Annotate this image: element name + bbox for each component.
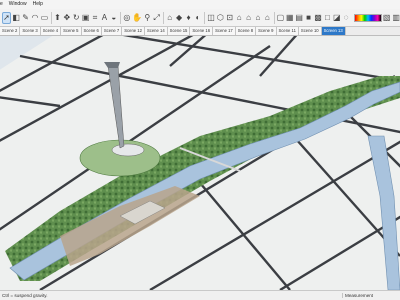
ruby-gem-icon[interactable]: ♦ [184,12,192,24]
rectangle-icon[interactable]: ▭ [40,12,49,24]
warehouse-icon[interactable]: ⌂ [166,12,174,24]
section-plane-icon[interactable]: ◫ [207,12,215,24]
toolbar-separator [204,11,205,24]
rotate-icon[interactable]: ↻ [72,12,80,24]
toolbar-separator [50,11,52,24]
model-viewport[interactable] [0,36,400,290]
right-view-icon[interactable]: ⌂ [244,12,252,24]
extension-icon[interactable]: ◆ [175,12,183,24]
toolbar-separator [162,11,164,24]
move-icon[interactable]: ✥ [63,12,71,24]
pan-icon[interactable]: ✋ [132,12,142,24]
eraser-icon[interactable]: ◧ [12,12,20,24]
edge-style-icon[interactable]: ▧ [383,12,391,24]
style-icon[interactable]: ◐ [194,12,202,24]
line-pencil-icon[interactable]: ✎ [21,12,29,24]
offset-icon[interactable]: ▣ [81,12,90,24]
scene-tab[interactable]: Scene 17 [213,27,236,35]
profiles-icon[interactable]: ▥ [392,12,400,24]
scene-tab[interactable]: Scene 3 [20,27,41,35]
scene-tab[interactable]: Scene 5 [61,27,82,35]
zoom-extents-icon[interactable]: ⤢ [152,12,160,24]
menu-bar: e Window Help [0,0,400,9]
wireframe-icon[interactable]: ▦ [286,12,294,24]
scene-tab[interactable]: Scene 15 [167,27,191,35]
arc-icon[interactable]: ◠ [31,12,39,24]
scene-tab[interactable]: Scene 16 [190,27,214,35]
zoom-icon[interactable]: ⚲ [143,12,151,24]
menu-item-edit[interactable]: e [0,0,3,9]
shadows-icon[interactable]: ◪ [333,12,341,24]
hidden-line-icon[interactable]: ▤ [295,12,303,24]
textured-icon[interactable]: ▩ [314,12,322,24]
plaza-building [111,143,145,157]
scene-tab[interactable]: Scene 2 [0,27,21,35]
text-icon[interactable]: A [100,12,108,24]
paint-bucket-icon[interactable]: ◒ [110,12,118,24]
menu-item-window[interactable]: Window [9,0,27,9]
menu-item-help[interactable]: Help [33,0,43,9]
measurements-label[interactable]: Measurement [342,293,373,298]
shaded-icon[interactable]: ■ [304,12,312,24]
left-view-icon[interactable]: ⌂ [263,12,271,24]
scene-tab[interactable]: Scene 14 [144,27,168,35]
push-pull-icon[interactable]: ⬆ [53,12,61,24]
scene-tab[interactable]: Screen 13 [321,27,346,35]
scene-tab[interactable]: Scene 4 [40,27,62,35]
iso-view-icon[interactable]: ⬡ [216,12,224,24]
scene-tab[interactable]: Scene 12 [122,27,145,35]
top-view-icon[interactable]: ⊡ [226,12,234,24]
xray-icon[interactable]: ▢ [276,12,285,24]
fog-icon[interactable]: ◌ [342,12,350,24]
scene-tab[interactable]: Scene 6 [81,27,102,35]
front-view-icon[interactable]: ⌂ [235,12,243,24]
scene-tab[interactable]: Scene 10 [298,27,322,35]
status-bar: Ctrl = suspend gravity. Measurement [0,290,400,300]
toolbar-separator [119,11,121,24]
scene-tab[interactable]: Scene 8 [235,27,257,35]
model-scene-svg [0,36,400,290]
scene-tab[interactable]: Scene 7 [101,27,123,35]
tape-measure-icon[interactable]: ⌗ [91,12,99,24]
status-hint-text: Ctrl = suspend gravity. [2,293,48,298]
toolbar-separator [273,11,275,24]
scene-tab[interactable]: Scene 11 [276,27,299,35]
monochrome-icon[interactable]: □ [323,12,331,24]
scene-tab[interactable]: Scene 9 [256,27,277,35]
orbit-icon[interactable]: ◎ [123,12,131,24]
main-toolbar: ➚ ◧ ✎ ◠ ▭ ⬆ ✥ ↻ ▣ ⌗ A ◒ ◎ ✋ ⚲ ⤢ ⌂ ◆ ♦ ◐ ◫ ⬡ ⊡ ⌂ ⌂ ⌂ ⌂ ▢ ▦ ▤ ■ ▩ □ ◪ ◌ ▧ ▥ [0,9,400,27]
scene-tabs-bar: Scene 2 Scene 3 Scene 4 Scene 5 Scene 6 Scene… [0,27,400,36]
select-arrow-icon[interactable]: ➚ [2,11,11,24]
back-view-icon[interactable]: ⌂ [254,12,262,24]
color-ramp-icon[interactable] [354,13,382,22]
